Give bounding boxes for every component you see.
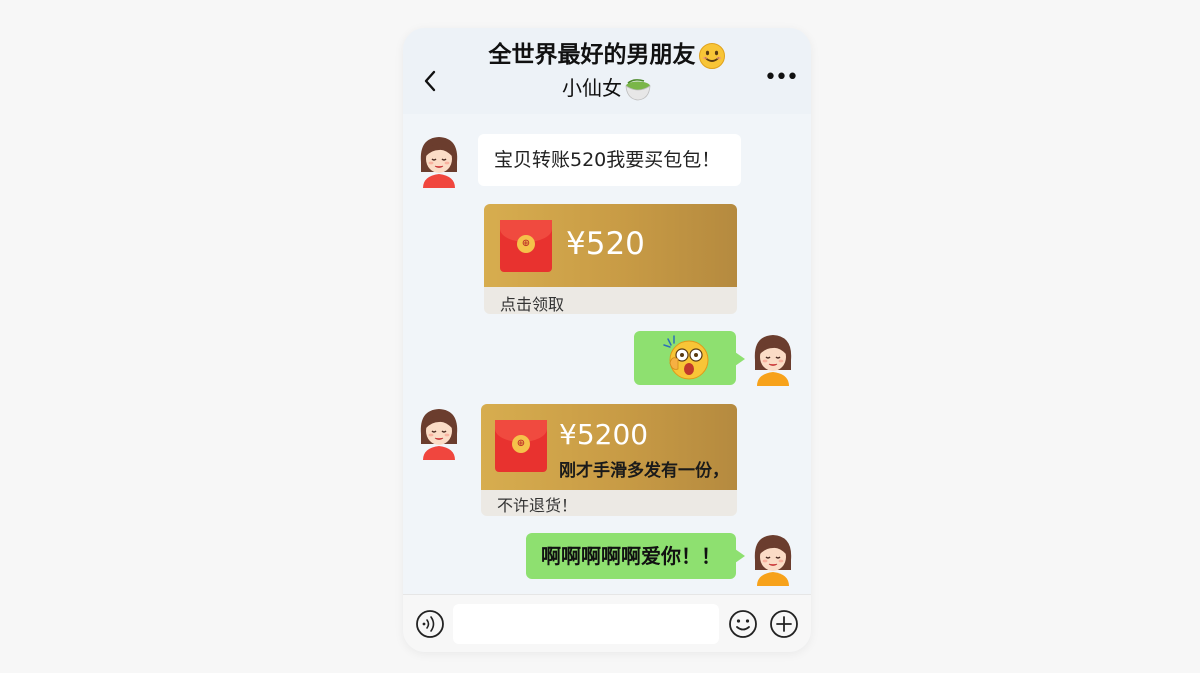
chat-subtitle-text: 小仙女 xyxy=(562,76,622,100)
envelope-icon: ⊕ xyxy=(500,220,552,272)
red-packet-note: 刚才手滑多发有一份， xyxy=(559,461,729,481)
avatar-girlfriend[interactable] xyxy=(415,132,463,188)
chat-title-text: 全世界最好的男朋友 xyxy=(488,42,696,68)
chat-window: 全世界最好的男朋友 小仙女 ••• 宝贝转账520我要买包包！ ⊕ ¥520 点… xyxy=(403,28,811,652)
chat-subtitle: 小仙女 xyxy=(403,75,811,103)
input-bar xyxy=(403,594,811,652)
avatar-self[interactable] xyxy=(749,530,797,586)
emoji-icon[interactable] xyxy=(728,609,758,639)
avatar-girlfriend[interactable] xyxy=(415,404,463,460)
message-text-5: 啊啊啊啊啊爱你！！ xyxy=(541,544,721,568)
red-packet-footer: 不许退货！ xyxy=(497,496,578,515)
plus-icon[interactable] xyxy=(769,609,799,639)
bubble-tail-icon xyxy=(735,549,745,563)
message-text-1: 宝贝转账520我要买包包！ xyxy=(494,149,721,171)
message-bubble-1[interactable]: 宝贝转账520我要买包包！ xyxy=(478,134,741,186)
red-packet-520[interactable]: ⊕ ¥520 点击领取 xyxy=(484,204,737,314)
more-options-icon[interactable]: ••• xyxy=(764,67,799,92)
avatar-self[interactable] xyxy=(749,330,797,386)
bubble-tail-icon xyxy=(735,352,745,366)
chat-header: 全世界最好的男朋友 小仙女 ••• xyxy=(403,28,811,114)
red-packet-amount: ¥520 xyxy=(566,226,645,262)
message-input[interactable] xyxy=(453,604,719,644)
tea-bowl-icon xyxy=(625,78,651,100)
voice-icon[interactable] xyxy=(415,609,445,639)
message-bubble-emoji[interactable] xyxy=(634,331,736,385)
envelope-icon: ⊕ xyxy=(495,420,547,472)
red-packet-footer: 点击领取 xyxy=(500,295,565,314)
message-bubble-5[interactable]: 啊啊啊啊啊爱你！！ xyxy=(526,533,736,579)
chat-title: 全世界最好的男朋友 xyxy=(403,40,811,70)
shocked-face-icon xyxy=(663,335,709,380)
red-packet-amount: ¥5200 xyxy=(559,418,649,451)
smiling-face-icon xyxy=(698,42,725,69)
red-packet-5200[interactable]: ⊕ ¥5200 刚才手滑多发有一份， 不许退货！ xyxy=(481,404,737,516)
